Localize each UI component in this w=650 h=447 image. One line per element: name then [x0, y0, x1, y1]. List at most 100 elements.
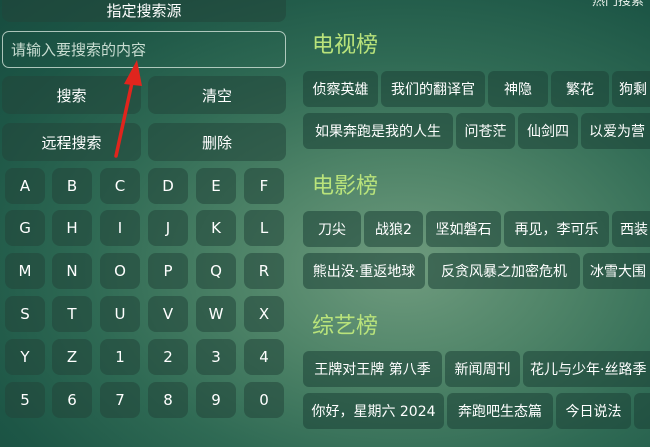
- key-4[interactable]: 4: [244, 339, 284, 375]
- key-b[interactable]: B: [52, 168, 92, 204]
- key-w[interactable]: W: [196, 296, 236, 332]
- tv-section-title: 电视榜: [312, 33, 379, 58]
- key-label: 3: [211, 348, 221, 366]
- key-r[interactable]: R: [244, 253, 284, 289]
- key-label: P: [163, 262, 173, 280]
- tv-chip[interactable]: 问苍茫: [456, 113, 515, 149]
- chip-label: 熊出没·重返地球: [312, 264, 416, 280]
- key-d[interactable]: D: [148, 168, 188, 204]
- key-j[interactable]: J: [148, 210, 188, 246]
- tv-chip[interactable]: 繁花: [551, 71, 609, 107]
- search-button[interactable]: 搜索: [2, 76, 141, 114]
- key-t[interactable]: T: [52, 296, 92, 332]
- tv-chip[interactable]: 以爱为营: [581, 113, 650, 149]
- key-label: K: [211, 219, 221, 237]
- chip-label: 战狼2: [375, 222, 412, 238]
- remote-search-button[interactable]: 远程搜索: [2, 123, 141, 161]
- key-label: Y: [20, 348, 30, 366]
- tv-chip[interactable]: 如果奔跑是我的人生: [303, 113, 453, 149]
- key-k[interactable]: K: [196, 210, 236, 246]
- variety-chip[interactable]: 奔跑吧生态篇: [447, 393, 553, 429]
- key-9[interactable]: 9: [196, 382, 236, 418]
- key-0[interactable]: 0: [244, 382, 284, 418]
- chip-label: 坚如磐石: [435, 222, 492, 238]
- key-label: Z: [66, 348, 78, 366]
- key-v[interactable]: V: [148, 296, 188, 332]
- key-z[interactable]: Z: [52, 339, 92, 375]
- key-s[interactable]: S: [5, 296, 45, 332]
- key-q[interactable]: Q: [196, 253, 236, 289]
- specify-source-button[interactable]: 指定搜索源: [2, 0, 286, 22]
- movie-chip[interactable]: 战狼2: [364, 211, 423, 247]
- key-label: N: [66, 262, 78, 280]
- key-p[interactable]: P: [148, 253, 188, 289]
- key-c[interactable]: C: [100, 168, 140, 204]
- chip-label: 问苍茫: [464, 124, 507, 140]
- key-f[interactable]: F: [244, 168, 284, 204]
- tv-chip[interactable]: 我们的翻译官: [381, 71, 485, 107]
- key-label: J: [165, 219, 171, 237]
- key-label: F: [259, 177, 269, 195]
- clear-button[interactable]: 清空: [148, 76, 286, 114]
- key-label: 6: [67, 391, 77, 409]
- tv-chip[interactable]: 神隐: [488, 71, 548, 107]
- key-3[interactable]: 3: [196, 339, 236, 375]
- key-5[interactable]: 5: [5, 382, 45, 418]
- key-y[interactable]: Y: [5, 339, 45, 375]
- chip-label: 冰雪大围: [590, 264, 646, 280]
- movie-section-title: 电影榜: [312, 174, 379, 199]
- key-label: I: [117, 219, 123, 237]
- key-label: X: [258, 305, 270, 323]
- key-l[interactable]: L: [244, 210, 284, 246]
- movie-chip[interactable]: 刀尖: [303, 211, 361, 247]
- variety-chip[interactable]: 你好，星期六 2024: [303, 393, 444, 429]
- key-label: 9: [211, 391, 221, 409]
- variety-chip[interactable]: 王牌对王牌 第八季: [303, 351, 442, 387]
- key-8[interactable]: 8: [148, 382, 188, 418]
- movie-chip[interactable]: 冰雪大围: [583, 253, 650, 289]
- key-o[interactable]: O: [100, 253, 140, 289]
- key-h[interactable]: H: [52, 210, 92, 246]
- key-x[interactable]: X: [244, 296, 284, 332]
- movie-chip[interactable]: 西装: [612, 211, 650, 247]
- tv-chip[interactable]: 侦察英雄: [303, 71, 378, 107]
- key-u[interactable]: U: [100, 296, 140, 332]
- key-e[interactable]: E: [196, 168, 236, 204]
- chip-label: 以爱为营: [589, 124, 645, 140]
- key-label: L: [259, 219, 269, 237]
- variety-chip[interactable]: 新闻周刊: [445, 351, 520, 387]
- key-a[interactable]: A: [5, 168, 45, 204]
- delete-button[interactable]: 删除: [148, 123, 286, 161]
- key-1[interactable]: 1: [100, 339, 140, 375]
- variety-chip[interactable]: [634, 393, 650, 429]
- key-label: R: [258, 262, 270, 280]
- variety-chip[interactable]: 花儿与少年·丝路季: [523, 351, 650, 387]
- movie-chip[interactable]: 坚如磐石: [426, 211, 501, 247]
- key-7[interactable]: 7: [100, 382, 140, 418]
- key-g[interactable]: G: [5, 210, 45, 246]
- tv-chip[interactable]: 狗剩: [612, 71, 650, 107]
- chip-label: 王牌对王牌 第八季: [314, 362, 431, 378]
- key-label: S: [20, 305, 30, 323]
- key-label: M: [18, 262, 32, 280]
- key-label: A: [19, 177, 31, 195]
- movie-chip[interactable]: 反贪风暴之加密危机: [428, 253, 580, 289]
- chip-label: 侦察英雄: [312, 82, 369, 98]
- search-input[interactable]: 请输入要搜索的内容: [2, 31, 286, 68]
- key-label: D: [162, 177, 174, 195]
- chip-label: 你好，星期六 2024: [311, 404, 436, 420]
- chip-label: 繁花: [566, 82, 594, 98]
- key-n[interactable]: N: [52, 253, 92, 289]
- variety-section-title: 综艺榜: [312, 314, 379, 339]
- movie-chip[interactable]: 熊出没·重返地球: [303, 253, 425, 289]
- variety-chip[interactable]: 今日说法: [556, 393, 631, 429]
- key-m[interactable]: M: [5, 253, 45, 289]
- key-i[interactable]: I: [100, 210, 140, 246]
- key-6[interactable]: 6: [52, 382, 92, 418]
- movie-chip[interactable]: 再见，李可乐: [504, 211, 609, 247]
- key-2[interactable]: 2: [148, 339, 188, 375]
- key-label: 0: [259, 391, 269, 409]
- tv-chip[interactable]: 仙剑四: [518, 113, 578, 149]
- key-label: H: [66, 219, 78, 237]
- key-label: T: [67, 305, 77, 323]
